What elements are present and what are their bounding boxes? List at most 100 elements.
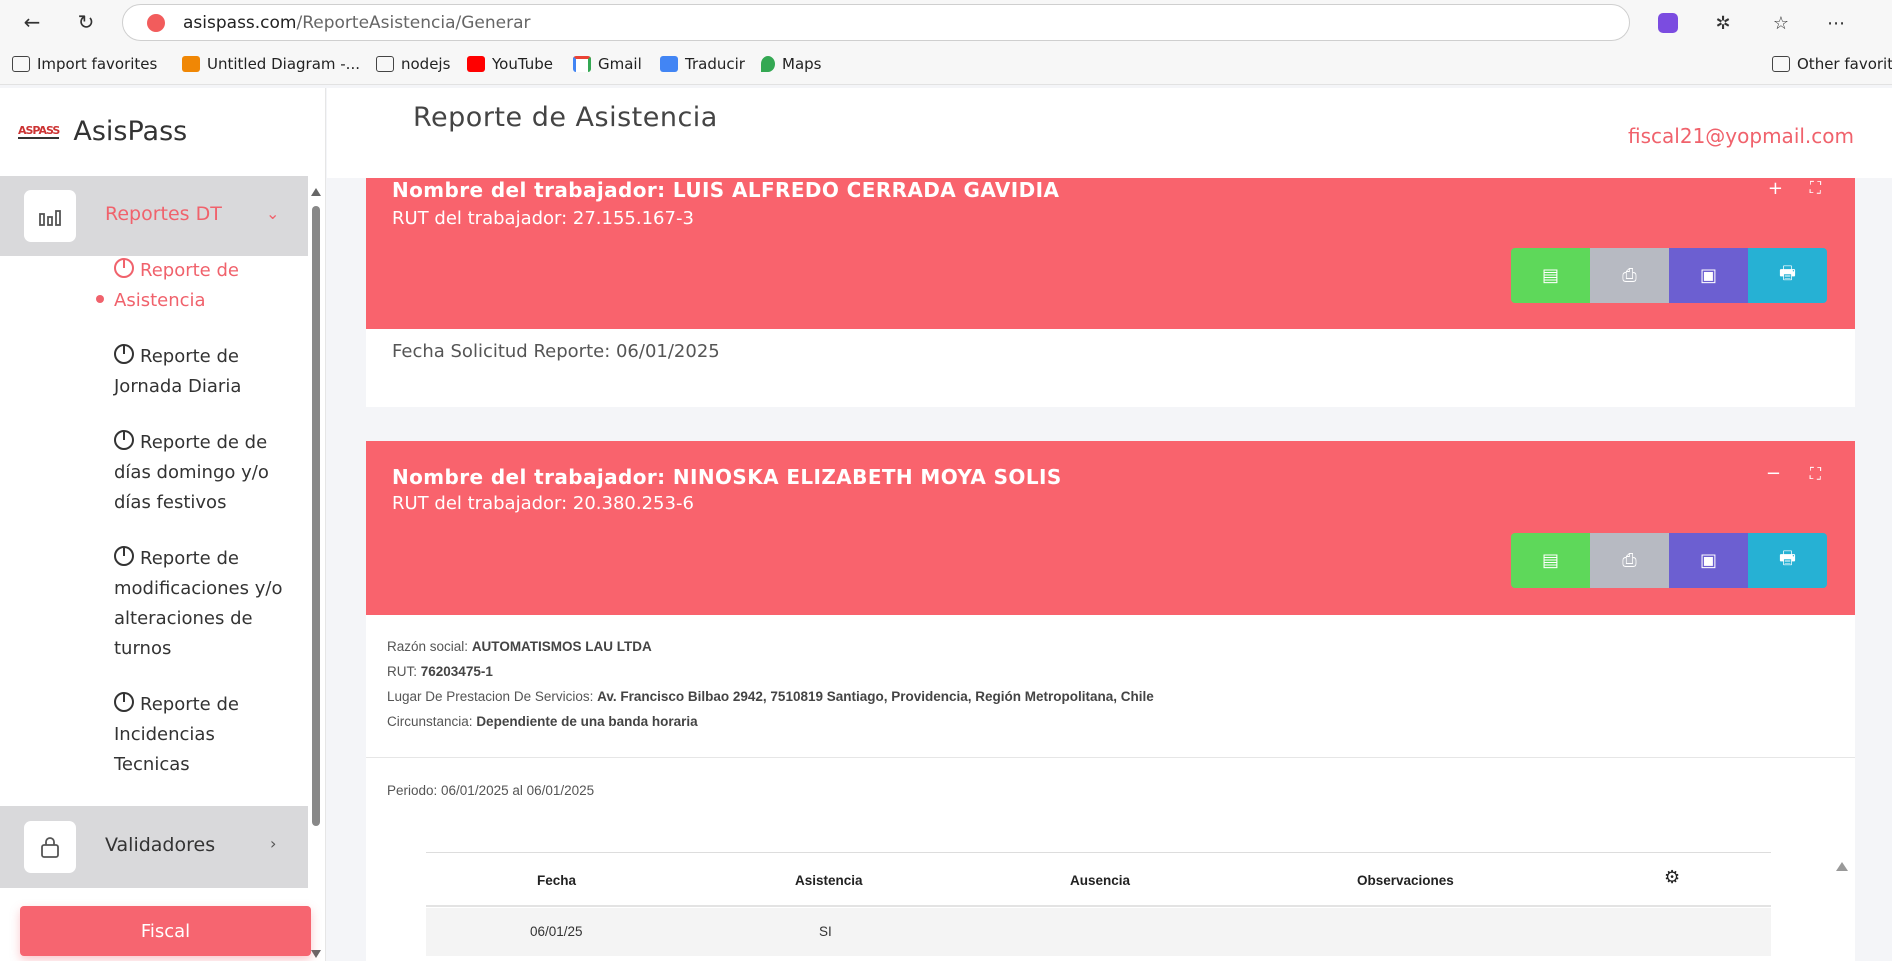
- logo-mark-icon: ASPASS: [18, 124, 60, 139]
- document-icon: ▣: [1699, 550, 1717, 571]
- gmail-icon: [573, 56, 591, 72]
- worker-rut: RUT del trabajador: 27.155.167-3: [392, 208, 694, 229]
- fiscal-button[interactable]: Fiscal: [20, 906, 311, 956]
- razon-social: Razón social: AUTOMATISMOS LAU LTDA: [387, 639, 652, 654]
- column-header-ausencia[interactable]: Ausencia: [1070, 873, 1130, 888]
- browser-toolbar: ← ↻ asispass.com/ReporteAsistencia/Gener…: [0, 0, 1892, 45]
- settings-gears-icon[interactable]: ⚙: [1664, 867, 1680, 888]
- address-bar[interactable]: asispass.com/ReporteAsistencia/Generar: [122, 4, 1630, 41]
- submenu-item-incidencias-tecnicas[interactable]: Reporte de Incidencias Tecnicas: [114, 690, 294, 780]
- drawio-icon: [182, 56, 200, 72]
- translate-icon: [660, 56, 678, 72]
- table-scroll-up-icon[interactable]: [1836, 862, 1848, 871]
- folder-icon: [376, 56, 394, 72]
- lugar-prestacion: Lugar De Prestacion De Servicios: Av. Fr…: [387, 689, 1154, 704]
- sidebar-scrollbar[interactable]: [310, 188, 322, 958]
- worker-card-header-2: Nombre del trabajador: NINOSKA ELIZABETH…: [366, 441, 1855, 615]
- more-menu-icon[interactable]: ⋯: [1823, 10, 1849, 36]
- scrollbar-thumb[interactable]: [312, 206, 320, 826]
- export-document-button[interactable]: ▣: [1669, 533, 1748, 588]
- bookmark-maps[interactable]: Maps: [761, 55, 821, 73]
- print-icon: 🖶: [1779, 547, 1796, 569]
- bar-chart-icon: [24, 190, 76, 242]
- export-excel-button[interactable]: ▤: [1511, 533, 1590, 588]
- menu-validadores[interactable]: Validadores ›: [0, 806, 308, 888]
- export-pdf-button[interactable]: ⎙: [1590, 248, 1669, 303]
- extensions-puzzle-icon[interactable]: ✲: [1710, 10, 1736, 36]
- favorites-star-icon[interactable]: ☆: [1768, 10, 1794, 36]
- bookmark-youtube[interactable]: YouTube: [467, 55, 553, 73]
- worker-card-header-1: Nombre del trabajador: LUIS ALFREDO CERR…: [366, 178, 1855, 329]
- pie-chart-icon: [114, 344, 134, 364]
- submenu-item-jornada-diaria[interactable]: Reporte de Jornada Diaria: [114, 342, 294, 402]
- chevron-right-icon: ›: [270, 834, 277, 853]
- bookmark-traducir[interactable]: Traducir: [660, 55, 745, 73]
- cell-asistencia: SI: [819, 924, 832, 939]
- worker-name: Nombre del trabajador: LUIS ALFREDO CERR…: [392, 178, 1060, 202]
- column-header-asistencia[interactable]: Asistencia: [795, 873, 863, 888]
- print-icon: 🖶: [1779, 262, 1796, 284]
- fullscreen-icon[interactable]: ⛶: [1810, 178, 1821, 198]
- export-pdf-button[interactable]: ⎙: [1590, 533, 1669, 588]
- collapse-minus-icon[interactable]: −: [1766, 463, 1781, 484]
- worker-card-body-2: Razón social: AUTOMATISMOS LAU LTDA RUT:…: [366, 615, 1855, 961]
- circunstancia: Circunstancia: Dependiente de una banda …: [387, 714, 698, 729]
- lock-icon: [24, 821, 76, 873]
- column-header-observaciones[interactable]: Observaciones: [1357, 873, 1454, 888]
- bookmark-nodejs[interactable]: nodejs: [376, 55, 450, 73]
- active-indicator-dot: [96, 295, 104, 303]
- bookmarks-bar: Import favorites Untitled Diagram -... n…: [0, 45, 1892, 85]
- worker-card-body-1: Fecha Solicitud Reporte: 06/01/2025: [366, 329, 1855, 407]
- user-email-link[interactable]: fiscal21@yopmail.com: [1628, 124, 1854, 148]
- export-document-button[interactable]: ▣: [1669, 248, 1748, 303]
- main-header: Reporte de Asistencia fiscal21@yopmail.c…: [327, 88, 1892, 178]
- pie-chart-icon: [114, 430, 134, 450]
- import-icon: [12, 56, 30, 72]
- app-name: AsisPass: [73, 116, 188, 147]
- menu-reportes-dt[interactable]: Reportes DT ⌄: [0, 176, 308, 256]
- document-icon: ▣: [1699, 265, 1717, 286]
- print-button[interactable]: 🖶: [1748, 533, 1827, 588]
- table-row: 06/01/25 SI: [426, 908, 1771, 956]
- bookmark-import-favorites[interactable]: Import favorites: [12, 55, 157, 73]
- print-button[interactable]: 🖶: [1748, 248, 1827, 303]
- column-header-fecha[interactable]: Fecha: [537, 873, 576, 888]
- copilot-extension-icon[interactable]: [1655, 10, 1681, 36]
- scroll-up-arrow-icon[interactable]: [311, 188, 321, 196]
- submenu-item-reporte-asistencia[interactable]: Reporte de Asistencia: [114, 256, 294, 316]
- scroll-down-arrow-icon[interactable]: [311, 950, 321, 958]
- worker-rut: RUT del trabajador: 20.380.253-6: [392, 493, 694, 514]
- folder-icon: [1772, 56, 1790, 72]
- submenu-item-modificaciones-turnos[interactable]: Reporte de modificaciones y/o alteracion…: [114, 544, 294, 664]
- bookmark-other-favorites[interactable]: Other favorite: [1772, 55, 1892, 73]
- excel-icon: ▤: [1541, 550, 1559, 571]
- bookmark-gmail[interactable]: Gmail: [573, 55, 642, 73]
- app-logo[interactable]: ASPASS AsisPass: [18, 116, 187, 147]
- divider: [366, 757, 1855, 758]
- export-button-group: ▤ ⎙ ▣ 🖶: [1511, 533, 1827, 588]
- empresa-rut: RUT: 76203475-1: [387, 664, 493, 679]
- sidebar: ASPASS AsisPass Reportes DT ⌄ Reporte de…: [0, 88, 326, 961]
- expand-plus-icon[interactable]: +: [1768, 178, 1783, 199]
- maps-pin-icon: [761, 56, 775, 72]
- bookmark-untitled-diagram[interactable]: Untitled Diagram -...: [182, 55, 360, 73]
- export-excel-button[interactable]: ▤: [1511, 248, 1590, 303]
- refresh-icon[interactable]: ↻: [72, 9, 100, 35]
- pie-chart-icon: [114, 258, 134, 278]
- chevron-down-icon: ⌄: [266, 204, 280, 223]
- page-title: Reporte de Asistencia: [413, 102, 718, 133]
- fullscreen-icon[interactable]: ⛶: [1810, 464, 1821, 484]
- menu-label-reportes-dt: Reportes DT: [105, 203, 222, 225]
- site-favicon-icon: [147, 14, 165, 32]
- url-text: asispass.com/ReporteAsistencia/Generar: [183, 13, 531, 33]
- submenu-item-dias-domingo[interactable]: Reporte de de días domingo y/o días fest…: [114, 428, 294, 518]
- pdf-icon: ⎙: [1622, 265, 1637, 286]
- youtube-icon: [467, 56, 485, 72]
- excel-icon: ▤: [1541, 265, 1559, 286]
- menu-label-validadores: Validadores: [105, 834, 216, 856]
- fecha-solicitud: Fecha Solicitud Reporte: 06/01/2025: [392, 341, 720, 362]
- export-button-group: ▤ ⎙ ▣ 🖶: [1511, 248, 1827, 303]
- pie-chart-icon: [114, 692, 134, 712]
- cell-fecha: 06/01/25: [530, 924, 583, 939]
- back-arrow-icon[interactable]: ←: [18, 9, 46, 35]
